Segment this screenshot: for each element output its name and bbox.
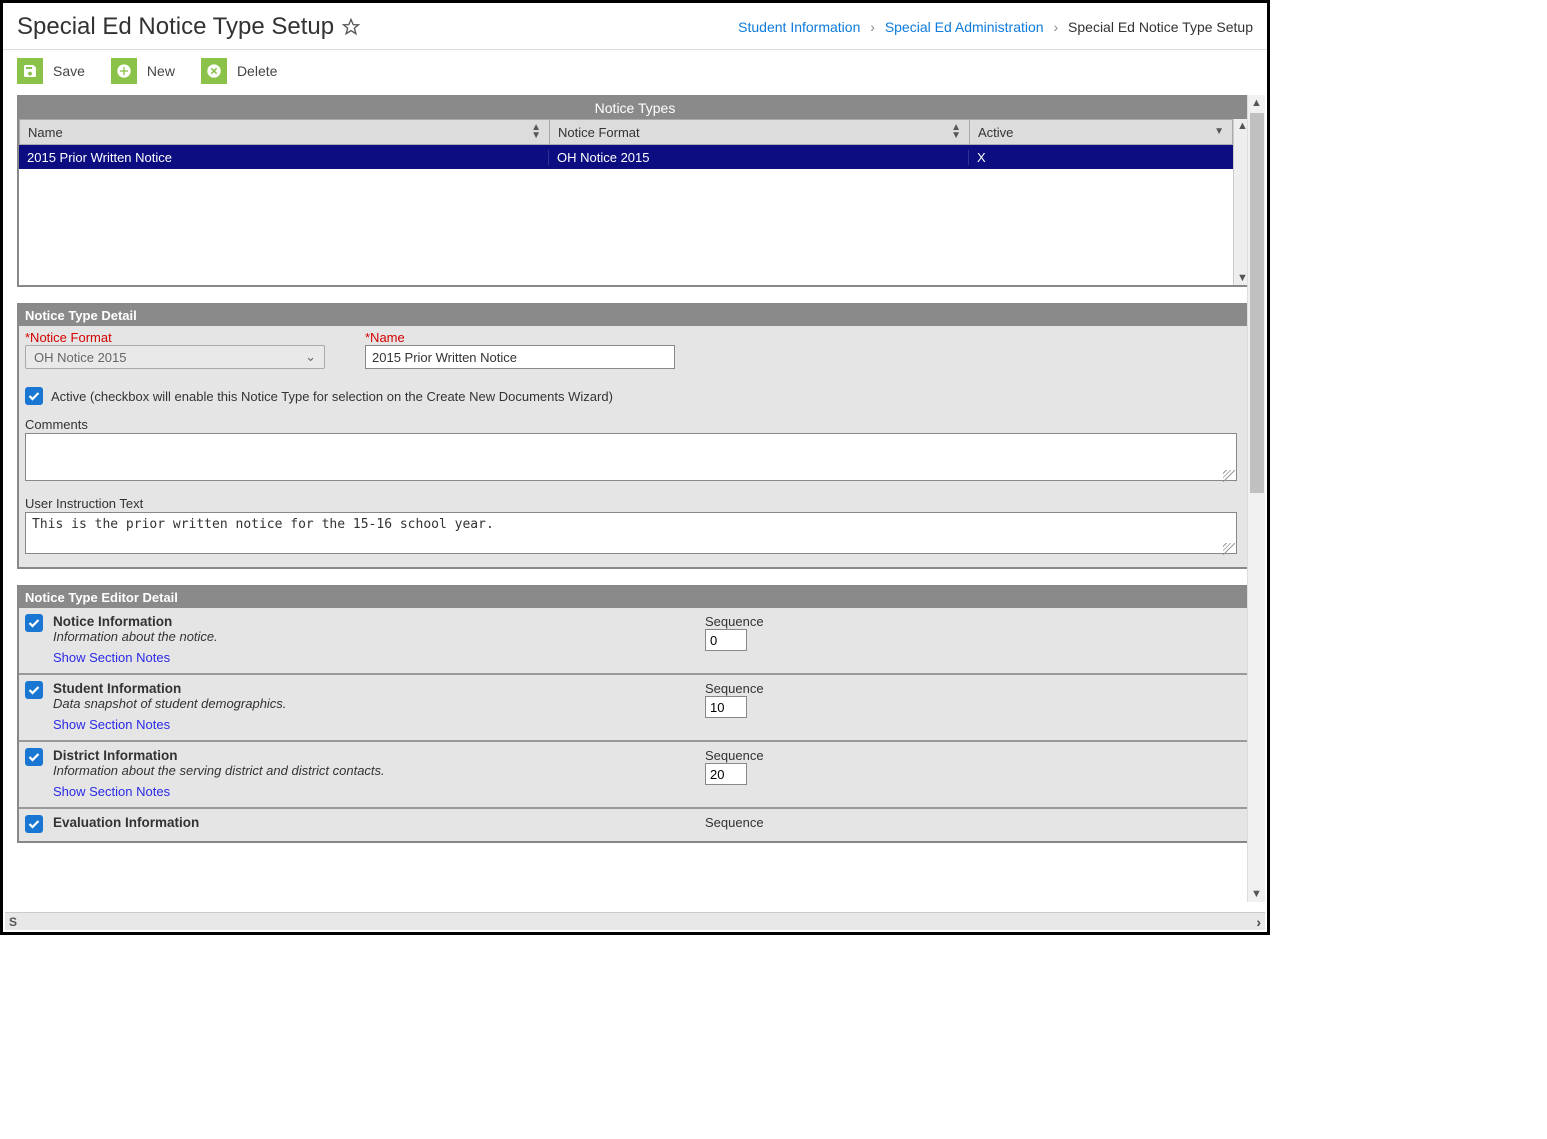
section-checkbox[interactable] xyxy=(25,681,43,699)
sequence-label: Sequence xyxy=(705,681,1245,696)
section-desc: Information about the notice. xyxy=(53,629,218,644)
chevron-right-icon: › xyxy=(870,19,875,35)
sequence-input[interactable] xyxy=(705,696,747,718)
section-checkbox[interactable] xyxy=(25,614,43,632)
comments-textarea[interactable] xyxy=(25,433,1237,481)
detail-title: Notice Type Detail xyxy=(19,305,1251,326)
new-label: New xyxy=(147,63,175,79)
chevron-right-icon: › xyxy=(1053,19,1058,35)
user-instruction-label: User Instruction Text xyxy=(25,496,1245,511)
show-section-notes-link[interactable]: Show Section Notes xyxy=(53,650,218,665)
action-toolbar: Save New Delete xyxy=(3,50,1267,92)
editor-section-row: Notice Information Information about the… xyxy=(19,608,1251,675)
active-checkbox[interactable] xyxy=(25,387,43,405)
section-title: Notice Information xyxy=(53,614,218,629)
section-title: District Information xyxy=(53,748,385,763)
column-name-label: Name xyxy=(28,125,63,140)
notice-types-panel: Notice Types Name ▲▼ Notice Format ▲▼ Ac… xyxy=(17,95,1253,287)
horizontal-scrollbar[interactable]: S › xyxy=(5,912,1265,930)
notice-format-select[interactable]: OH Notice 2015 ⌄ xyxy=(25,345,325,369)
page-scrollbar[interactable]: ▲ ▼ xyxy=(1247,95,1265,902)
notice-type-row[interactable]: 2015 Prior Written Notice OH Notice 2015… xyxy=(19,145,1233,169)
column-format-label: Notice Format xyxy=(558,125,640,140)
editor-section-row: District Information Information about t… xyxy=(19,742,1251,809)
delete-button[interactable]: Delete xyxy=(201,58,277,84)
scroll-left-indicator: S xyxy=(9,915,17,929)
notice-format-label: *Notice Format xyxy=(25,330,325,345)
scroll-down-icon[interactable]: ▼ xyxy=(1251,886,1262,902)
breadcrumb: Student Information › Special Ed Adminis… xyxy=(738,19,1253,35)
column-format[interactable]: Notice Format ▲▼ xyxy=(550,120,970,144)
sort-desc-icon: ▼ xyxy=(1214,128,1224,136)
chevron-down-icon: ⌄ xyxy=(305,349,316,365)
scroll-right-icon[interactable]: › xyxy=(1252,914,1265,930)
section-title: Evaluation Information xyxy=(53,815,199,830)
row-format: OH Notice 2015 xyxy=(549,150,969,165)
scroll-up-icon[interactable]: ▲ xyxy=(1251,95,1262,111)
delete-label: Delete xyxy=(237,63,277,79)
plus-circle-icon xyxy=(111,58,137,84)
favorite-star-icon[interactable] xyxy=(342,18,360,36)
sequence-input[interactable] xyxy=(705,763,747,785)
notice-types-body: 2015 Prior Written Notice OH Notice 2015… xyxy=(19,145,1233,285)
scrollbar-thumb[interactable] xyxy=(1250,113,1264,493)
comments-label: Comments xyxy=(25,417,1245,432)
sequence-label: Sequence xyxy=(705,614,1245,629)
sequence-input[interactable] xyxy=(705,629,747,651)
section-checkbox[interactable] xyxy=(25,748,43,766)
notice-type-detail-panel: Notice Type Detail *Notice Format OH Not… xyxy=(17,303,1253,569)
sort-icon: ▲▼ xyxy=(531,124,541,140)
save-label: Save xyxy=(53,63,85,79)
section-checkbox[interactable] xyxy=(25,815,43,833)
editor-section-row: Evaluation Information Sequence xyxy=(19,809,1251,841)
column-name[interactable]: Name ▲▼ xyxy=(20,120,550,144)
sequence-label: Sequence xyxy=(705,748,1245,763)
sequence-label: Sequence xyxy=(705,815,1245,830)
section-desc: Data snapshot of student demographics. xyxy=(53,696,286,711)
editor-title: Notice Type Editor Detail xyxy=(19,587,1251,608)
main-content: Notice Types Name ▲▼ Notice Format ▲▼ Ac… xyxy=(3,95,1267,918)
save-button[interactable]: Save xyxy=(17,58,85,84)
breadcrumb-link-student-info[interactable]: Student Information xyxy=(738,19,860,35)
notice-types-column-headers: Name ▲▼ Notice Format ▲▼ Active ▼ xyxy=(19,119,1233,145)
editor-section-row: Student Information Data snapshot of stu… xyxy=(19,675,1251,742)
notice-type-editor-detail-panel: Notice Type Editor Detail Notice Informa… xyxy=(17,585,1253,843)
row-active: X xyxy=(969,150,1233,165)
save-icon xyxy=(17,58,43,84)
page-header: Special Ed Notice Type Setup Student Inf… xyxy=(3,3,1267,50)
breadcrumb-current: Special Ed Notice Type Setup xyxy=(1068,19,1253,35)
section-desc: Information about the serving district a… xyxy=(53,763,385,778)
section-title: Student Information xyxy=(53,681,286,696)
sort-icon: ▲▼ xyxy=(951,124,961,140)
active-label: Active (checkbox will enable this Notice… xyxy=(51,389,613,404)
delete-circle-icon xyxy=(201,58,227,84)
user-instruction-textarea[interactable] xyxy=(25,512,1237,554)
notice-format-value: OH Notice 2015 xyxy=(34,350,127,365)
column-active[interactable]: Active ▼ xyxy=(970,120,1232,144)
show-section-notes-link[interactable]: Show Section Notes xyxy=(53,784,385,799)
name-label: *Name xyxy=(365,330,675,345)
notice-types-title: Notice Types xyxy=(19,97,1251,119)
column-active-label: Active xyxy=(978,125,1013,140)
page-title: Special Ed Notice Type Setup xyxy=(17,13,334,41)
show-section-notes-link[interactable]: Show Section Notes xyxy=(53,717,286,732)
breadcrumb-link-sped-admin[interactable]: Special Ed Administration xyxy=(885,19,1044,35)
row-name: 2015 Prior Written Notice xyxy=(19,150,549,165)
name-input[interactable] xyxy=(365,345,675,369)
new-button[interactable]: New xyxy=(111,58,175,84)
